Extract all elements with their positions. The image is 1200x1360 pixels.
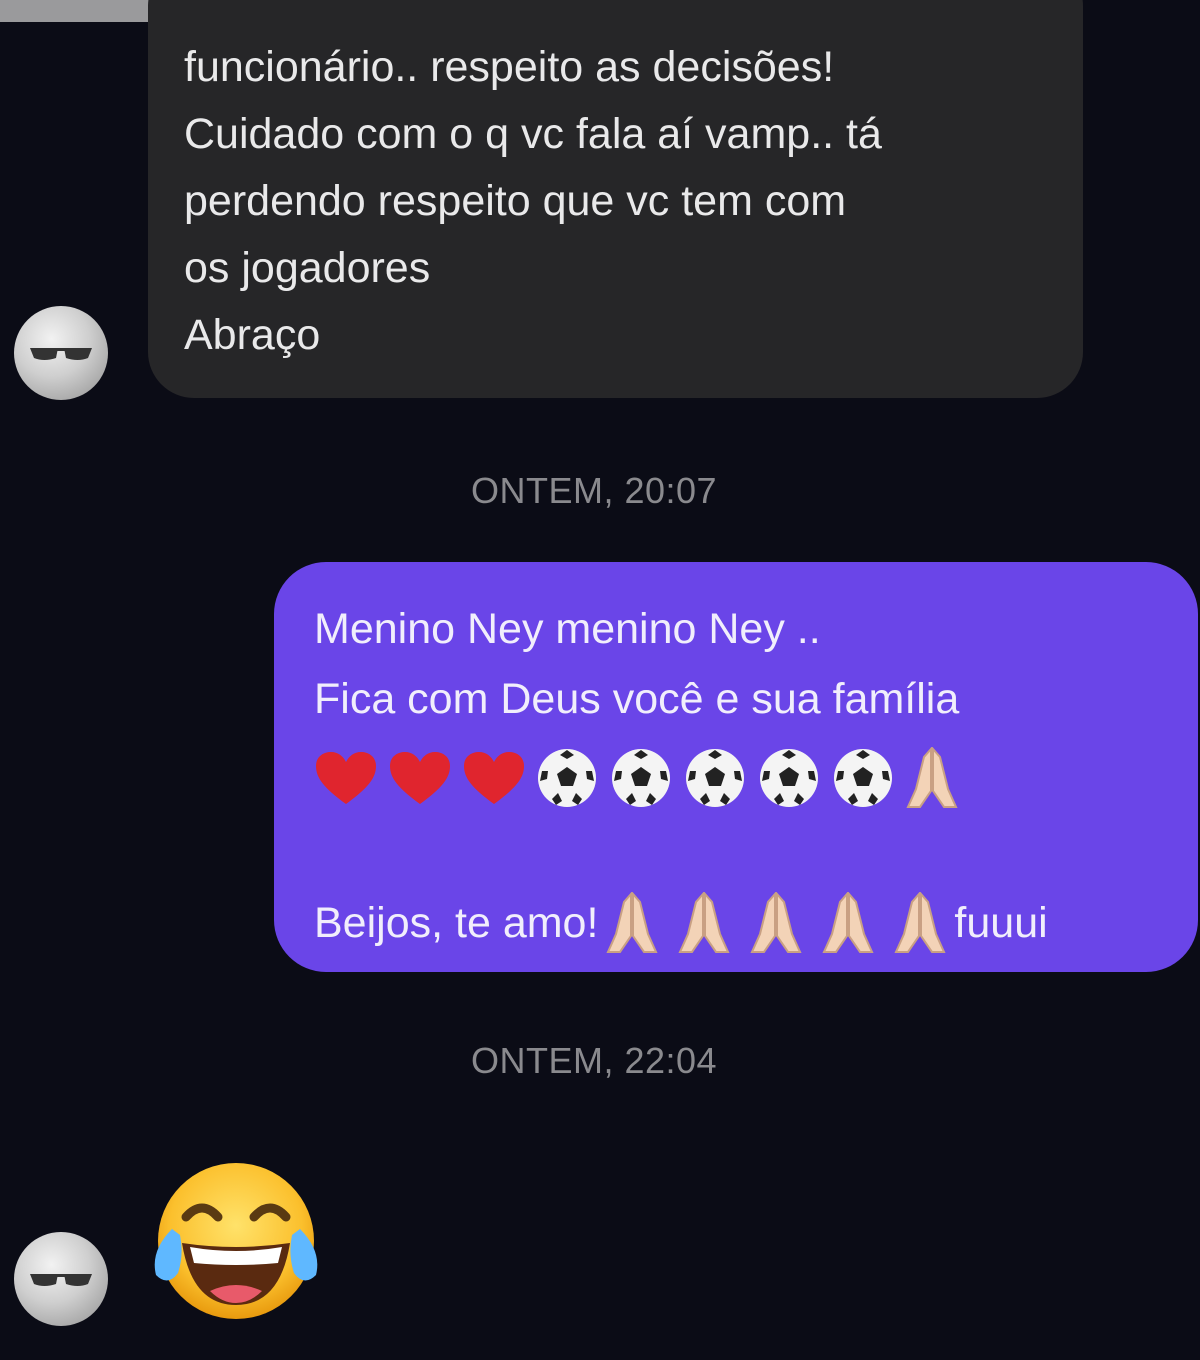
soccer-ball-icon — [612, 749, 670, 807]
message-timestamp: ONTEM, 22:04 — [470, 1040, 718, 1081]
message-line: os jogadores — [184, 244, 431, 292]
soccer-ball-icon — [834, 749, 892, 807]
folded-hands-icon — [906, 747, 958, 808]
soccer-ball-icon — [538, 749, 596, 807]
message-line: Fica com Deus você e sua família — [314, 675, 960, 723]
incoming-message-bubble[interactable]: funcionário.. respeito as decisões! Cuid… — [148, 0, 1083, 398]
soccer-ball-icon — [686, 749, 744, 807]
sunglasses-icon — [30, 1274, 92, 1286]
folded-hands-icon — [894, 892, 946, 953]
folded-hands-icon — [750, 892, 802, 953]
face-with-tears-of-joy-icon[interactable] — [150, 1155, 322, 1327]
message-line: perdendo respeito que vc tem com — [184, 177, 847, 225]
message-line: Cuidado com o q vc fala aí vamp.. tá — [184, 110, 882, 158]
red-heart-icon — [316, 752, 376, 804]
sender-avatar[interactable] — [14, 1232, 108, 1326]
sender-avatar[interactable] — [14, 306, 108, 400]
message-line: Abraço — [184, 311, 321, 359]
outgoing-message-bubble[interactable]: Menino Ney menino Ney .. Fica com Deus v… — [274, 562, 1198, 972]
folded-hands-icon — [606, 892, 658, 953]
chat-screen: funcionário.. respeito as decisões! Cuid… — [0, 0, 1200, 1360]
message-timestamp: ONTEM, 20:07 — [470, 470, 718, 511]
folded-hands-icon — [678, 892, 730, 953]
message-line: Beijos, te amo! fuuui — [314, 888, 1178, 958]
message-text: fuuui — [954, 899, 1048, 947]
folded-hands-icon — [822, 892, 874, 953]
emoji-row — [314, 738, 1178, 818]
message-line: funcionário.. respeito as decisões! — [184, 43, 835, 91]
message-text: Beijos, te amo! — [314, 899, 599, 947]
sunglasses-icon — [30, 348, 92, 360]
soccer-ball-icon — [760, 749, 818, 807]
red-heart-icon — [390, 752, 450, 804]
message-line: Menino Ney menino Ney .. — [314, 605, 821, 653]
red-heart-icon — [464, 752, 524, 804]
